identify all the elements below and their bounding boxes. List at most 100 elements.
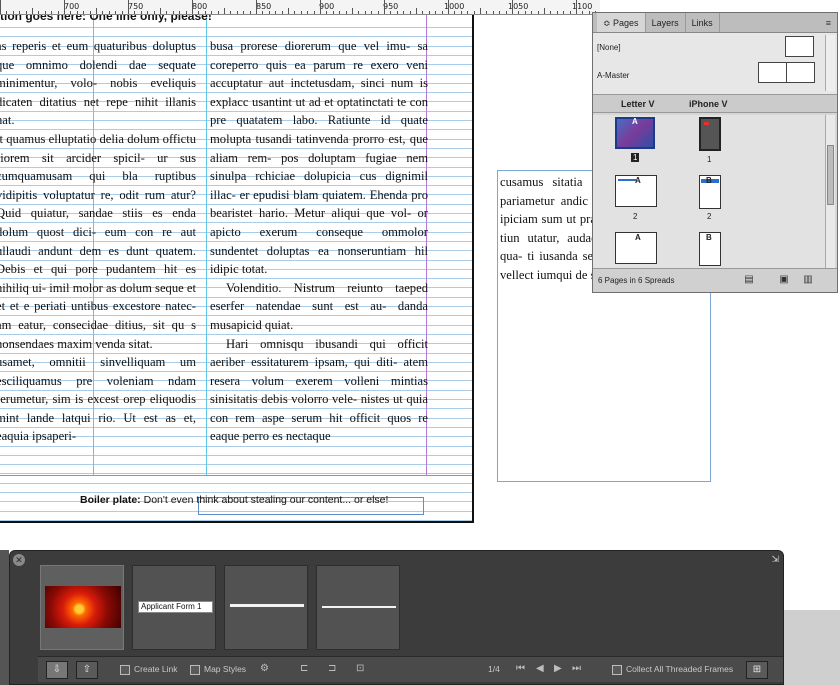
page-master-letter: B xyxy=(706,233,712,242)
page-master-letter: A xyxy=(635,233,641,242)
master-a-left-thumb[interactable] xyxy=(758,62,787,83)
ruler-label: 950 xyxy=(383,2,399,11)
ruler-tick xyxy=(102,11,104,14)
load-conveyor-button[interactable]: ⊞ xyxy=(746,661,768,679)
ruler-tick xyxy=(211,11,213,14)
ruler-tick xyxy=(179,11,181,14)
ruler-tick xyxy=(326,11,328,14)
master-a-right-thumb[interactable] xyxy=(786,62,815,83)
ruler-tick xyxy=(416,8,417,14)
pages-panel[interactable]: ≎ Pages Layers Links ≡ [None] A-Master L… xyxy=(592,12,838,293)
document-page[interactable]: tion goes here: One line only, please! a… xyxy=(0,15,474,523)
ruler-tick xyxy=(377,11,379,14)
ruler-tick xyxy=(262,11,264,14)
ruler-tick xyxy=(409,11,411,14)
map-styles-checkbox[interactable] xyxy=(190,665,200,675)
collected-item-lines[interactable] xyxy=(224,565,308,650)
ruler-tick xyxy=(12,11,14,14)
content-collector-panel[interactable]: ✕ ⇲ Applicant Form 1 ⇩ ⇧ Create Link Map… xyxy=(9,550,784,685)
new-page-icon[interactable]: ▣ xyxy=(778,274,790,286)
ruler-tick xyxy=(499,11,501,14)
ruler-tick xyxy=(57,11,59,14)
ruler-tick xyxy=(32,8,33,14)
create-link-checkbox[interactable] xyxy=(120,665,130,675)
ruler-tick xyxy=(339,11,341,14)
tab-layers[interactable]: Layers xyxy=(646,13,686,32)
ruler-label: 850 xyxy=(256,2,272,11)
place-keep-icon[interactable]: ⊐ xyxy=(328,663,336,674)
ruler-tick xyxy=(307,11,309,14)
delete-page-icon[interactable]: ▥ xyxy=(802,274,814,286)
collect-threaded-label: Collect All Threaded Frames xyxy=(626,664,734,674)
tab-links[interactable]: Links xyxy=(686,13,720,32)
paragraph: Hari omnisqu ibusandi qui officit aeribe… xyxy=(210,336,428,444)
pages-list: A 1 1 A 2 B 2 A B xyxy=(593,115,825,270)
iphone-size-menu[interactable]: iPhone V xyxy=(689,99,728,109)
master-none-thumb[interactable] xyxy=(785,36,814,57)
scroll-thumb[interactable] xyxy=(827,145,834,205)
letter-size-menu[interactable]: Letter V xyxy=(621,99,655,109)
ruler-tick xyxy=(473,11,475,14)
edit-page-size-icon[interactable]: ▤ xyxy=(743,274,755,286)
ruler-tick xyxy=(172,11,174,14)
text-column-2[interactable]: busa prorese diorerum que vel imu- sa co… xyxy=(210,37,428,446)
edit-mapping-icon[interactable]: ⚙ xyxy=(260,663,269,674)
ruler-label: 900 xyxy=(319,2,335,11)
ruler-tick xyxy=(531,11,533,14)
content-placer-tool-button[interactable]: ⇧ xyxy=(76,661,98,679)
ruler-tick xyxy=(44,11,46,14)
boilerplate-text[interactable]: Boiler plate: Don't even think about ste… xyxy=(80,494,388,506)
masters-scrollbar[interactable] xyxy=(825,35,835,91)
collected-item-image[interactable] xyxy=(40,565,124,650)
place-remove-icon[interactable]: ⊏ xyxy=(300,663,308,674)
collector-toolbar: ⇩ ⇧ Create Link Map Styles ⚙ ⊏ ⊐ ⊡ 1/4 ⏮… xyxy=(38,656,783,682)
close-icon[interactable]: ✕ xyxy=(13,554,25,566)
line-graphic xyxy=(230,604,304,607)
next-item-icon[interactable]: ▶ xyxy=(554,663,562,674)
ruler-tick xyxy=(332,11,334,14)
ruler-tick xyxy=(518,11,520,14)
paragraph: as reperis et eum quaturibus doluptus qu… xyxy=(0,39,196,128)
ruler-tick xyxy=(38,11,40,14)
first-item-icon[interactable]: ⏮ xyxy=(516,663,525,674)
ruler-tick xyxy=(364,11,366,14)
collected-item-form[interactable]: Applicant Form 1 xyxy=(132,565,216,650)
master-a-label[interactable]: A-Master xyxy=(597,71,629,80)
resize-icon[interactable]: ⇲ xyxy=(771,554,779,565)
place-load-icon[interactable]: ⊡ xyxy=(356,663,364,674)
ruler-tick xyxy=(83,11,85,14)
ruler-tick xyxy=(576,0,577,14)
ruler-tick xyxy=(25,11,27,14)
ruler-tick xyxy=(448,0,449,14)
ruler-tick xyxy=(563,11,565,14)
ruler-tick xyxy=(428,11,430,14)
ruler-tick xyxy=(128,0,129,14)
ruler-tick xyxy=(115,11,117,14)
ruler-tick xyxy=(435,11,437,14)
content-collector-tool-button[interactable]: ⇩ xyxy=(46,661,68,679)
ruler-tick xyxy=(140,11,142,14)
tab-pages[interactable]: ≎ Pages xyxy=(597,13,646,32)
ruler-tick xyxy=(544,8,545,14)
text-column-1[interactable]: as reperis et eum quaturibus doluptus qu… xyxy=(0,37,196,446)
page-count-text: 6 Pages in 6 Spreads xyxy=(598,276,675,285)
previous-item-icon[interactable]: ◀ xyxy=(536,663,544,674)
ruler-tick xyxy=(185,11,187,14)
ruler-label: 800 xyxy=(192,2,208,11)
headline-text[interactable]: tion goes here: One line only, please! xyxy=(0,15,212,23)
ruler-tick xyxy=(384,0,385,14)
page-thumb[interactable] xyxy=(699,117,721,151)
ruler-tick xyxy=(76,11,78,14)
ruler-tick xyxy=(275,11,277,14)
pages-scrollbar[interactable] xyxy=(825,115,835,270)
panel-menu-icon[interactable]: ≡ xyxy=(826,18,831,28)
master-none-label[interactable]: [None] xyxy=(597,43,621,52)
ruler-tick xyxy=(556,11,558,14)
last-item-icon[interactable]: ⏭ xyxy=(572,663,581,674)
baseline-line xyxy=(0,492,472,493)
ruler-tick xyxy=(268,11,270,14)
collected-item-lines[interactable] xyxy=(316,565,400,650)
ruler-tick xyxy=(96,8,97,14)
collect-threaded-checkbox[interactable] xyxy=(612,665,622,675)
horizontal-ruler[interactable]: 700 750 800 850 900 950 1000 1050 1100 xyxy=(0,0,600,15)
